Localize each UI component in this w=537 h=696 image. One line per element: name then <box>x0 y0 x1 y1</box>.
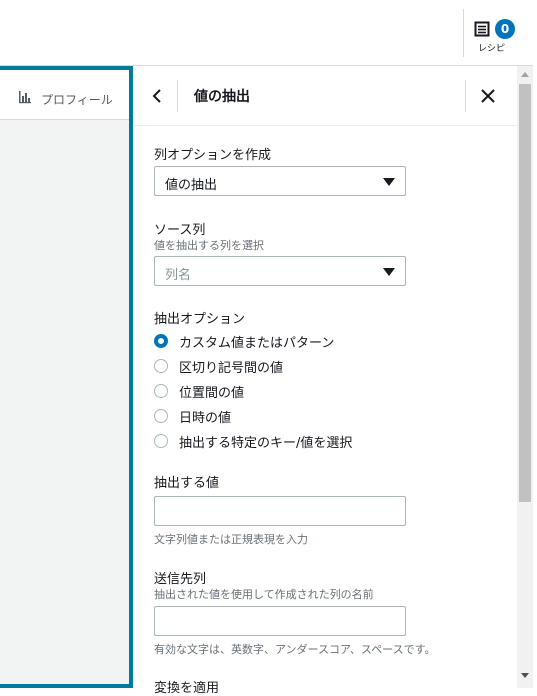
radio-button[interactable] <box>154 359 168 373</box>
destination-column-hint: 有効な文字は、英数字、アンダースコア、スペースです。 <box>154 643 436 656</box>
scroll-up-arrow-icon[interactable] <box>521 72 529 77</box>
create-column-option-value: 値の抽出 <box>165 178 218 193</box>
destination-column-label: 送信先列 <box>154 572 207 587</box>
radio-button[interactable] <box>154 434 168 448</box>
close-button[interactable] <box>465 80 509 112</box>
apply-transform-label: 変換を適用 <box>154 681 220 696</box>
radio-label: 抽出する特定のキー/値を選択 <box>179 436 353 451</box>
source-column-description: 値を抽出する列を選択 <box>154 239 264 252</box>
radio-button-checked[interactable] <box>154 334 168 348</box>
scroll-down-arrow-icon[interactable] <box>521 673 529 678</box>
top-bar: 0 レシピ <box>0 0 537 66</box>
window-edge <box>533 0 537 688</box>
profile-tab-label: プロフィール <box>41 93 113 107</box>
caret-down-icon <box>383 268 395 276</box>
bar-chart-icon <box>19 91 31 104</box>
source-column-placeholder: 列名 <box>165 268 192 283</box>
destination-column-input[interactable] <box>154 606 406 636</box>
extract-options-label: 抽出オプション <box>154 312 246 327</box>
list-document-icon <box>474 21 490 37</box>
radio-button[interactable] <box>154 409 168 423</box>
radio-label: 区切り記号間の値 <box>179 361 284 376</box>
radio-label: カスタム値またはパターン <box>179 336 335 351</box>
recipe-label: レシピ <box>478 44 506 54</box>
left-panel: プロフィール <box>0 66 133 688</box>
panel-header: 値の抽出 <box>134 66 517 126</box>
caret-down-icon <box>383 178 395 186</box>
radio-button[interactable] <box>154 384 168 398</box>
value-to-extract-hint: 文字列値または正規表現を入力 <box>154 533 308 546</box>
source-column-label: ソース列 <box>154 223 206 238</box>
source-column-select[interactable]: 列名 <box>154 256 406 286</box>
create-column-option-label: 列オプションを作成 <box>154 148 272 163</box>
value-to-extract-label: 抽出する値 <box>154 476 220 491</box>
profile-tab[interactable]: プロフィール <box>0 70 129 120</box>
scrollbar-thumb[interactable] <box>519 84 531 502</box>
radio-label: 位置間の値 <box>179 386 245 401</box>
recipe-count-badge: 0 <box>495 19 515 39</box>
create-column-option-select[interactable]: 値の抽出 <box>154 166 406 196</box>
extract-values-panel: 値の抽出 列オプションを作成 値の抽出 ソース列 値を抽出する列を選択 列名 抽… <box>134 66 517 696</box>
destination-column-description: 抽出された値を使用して作成された列の名前 <box>154 588 374 601</box>
back-button[interactable] <box>134 80 178 112</box>
value-to-extract-input[interactable] <box>154 496 406 526</box>
panel-scrollbar[interactable] <box>517 66 533 688</box>
recipe-button[interactable]: 0 レシピ <box>463 9 525 57</box>
radio-label: 日時の値 <box>179 411 232 426</box>
panel-title: 値の抽出 <box>194 89 250 105</box>
close-icon <box>481 89 495 103</box>
chevron-left-icon <box>152 89 161 103</box>
